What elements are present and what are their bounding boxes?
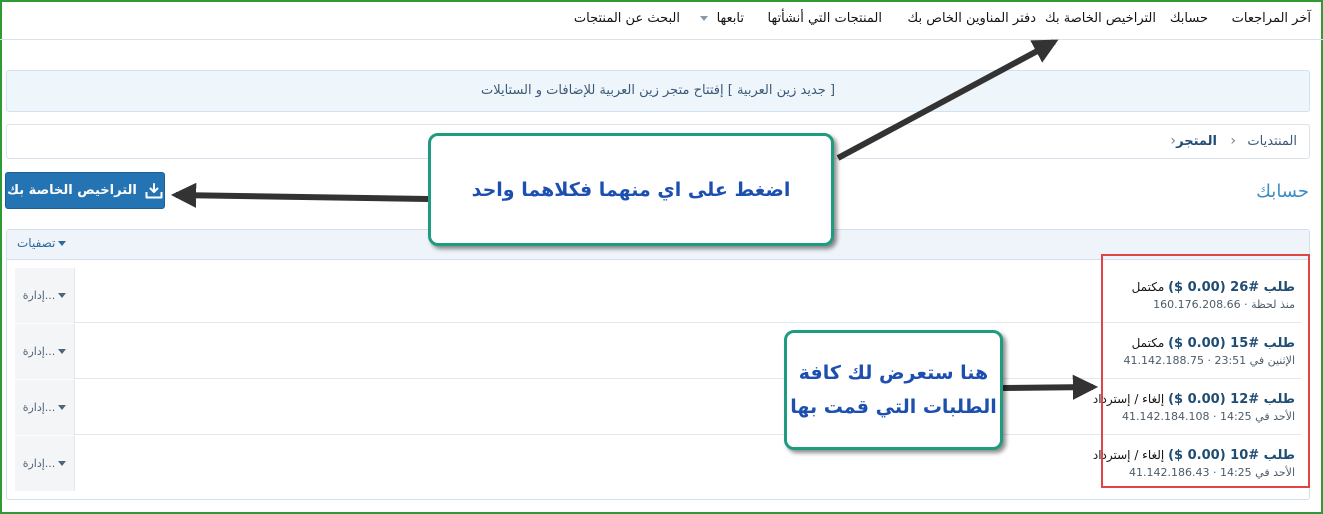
annotation-text: هنا ستعرض لك كافة xyxy=(798,362,989,384)
annotation-text: اضغط على اي منهما فكلاهما واحد xyxy=(471,178,791,201)
arrow-to-nav-licenses xyxy=(836,39,1059,161)
arrow-to-licenses-button xyxy=(170,182,429,208)
annotation-callout: اضغط على اي منهما فكلاهما واحد xyxy=(428,133,834,246)
annotation-arrows xyxy=(170,39,1099,400)
annotation-callout: هنا ستعرض لك كافة الطلبات التي قمت بها xyxy=(784,330,1003,450)
arrow-to-orders xyxy=(1002,374,1099,400)
annotation-text: الطلبات التي قمت بها xyxy=(790,396,997,418)
